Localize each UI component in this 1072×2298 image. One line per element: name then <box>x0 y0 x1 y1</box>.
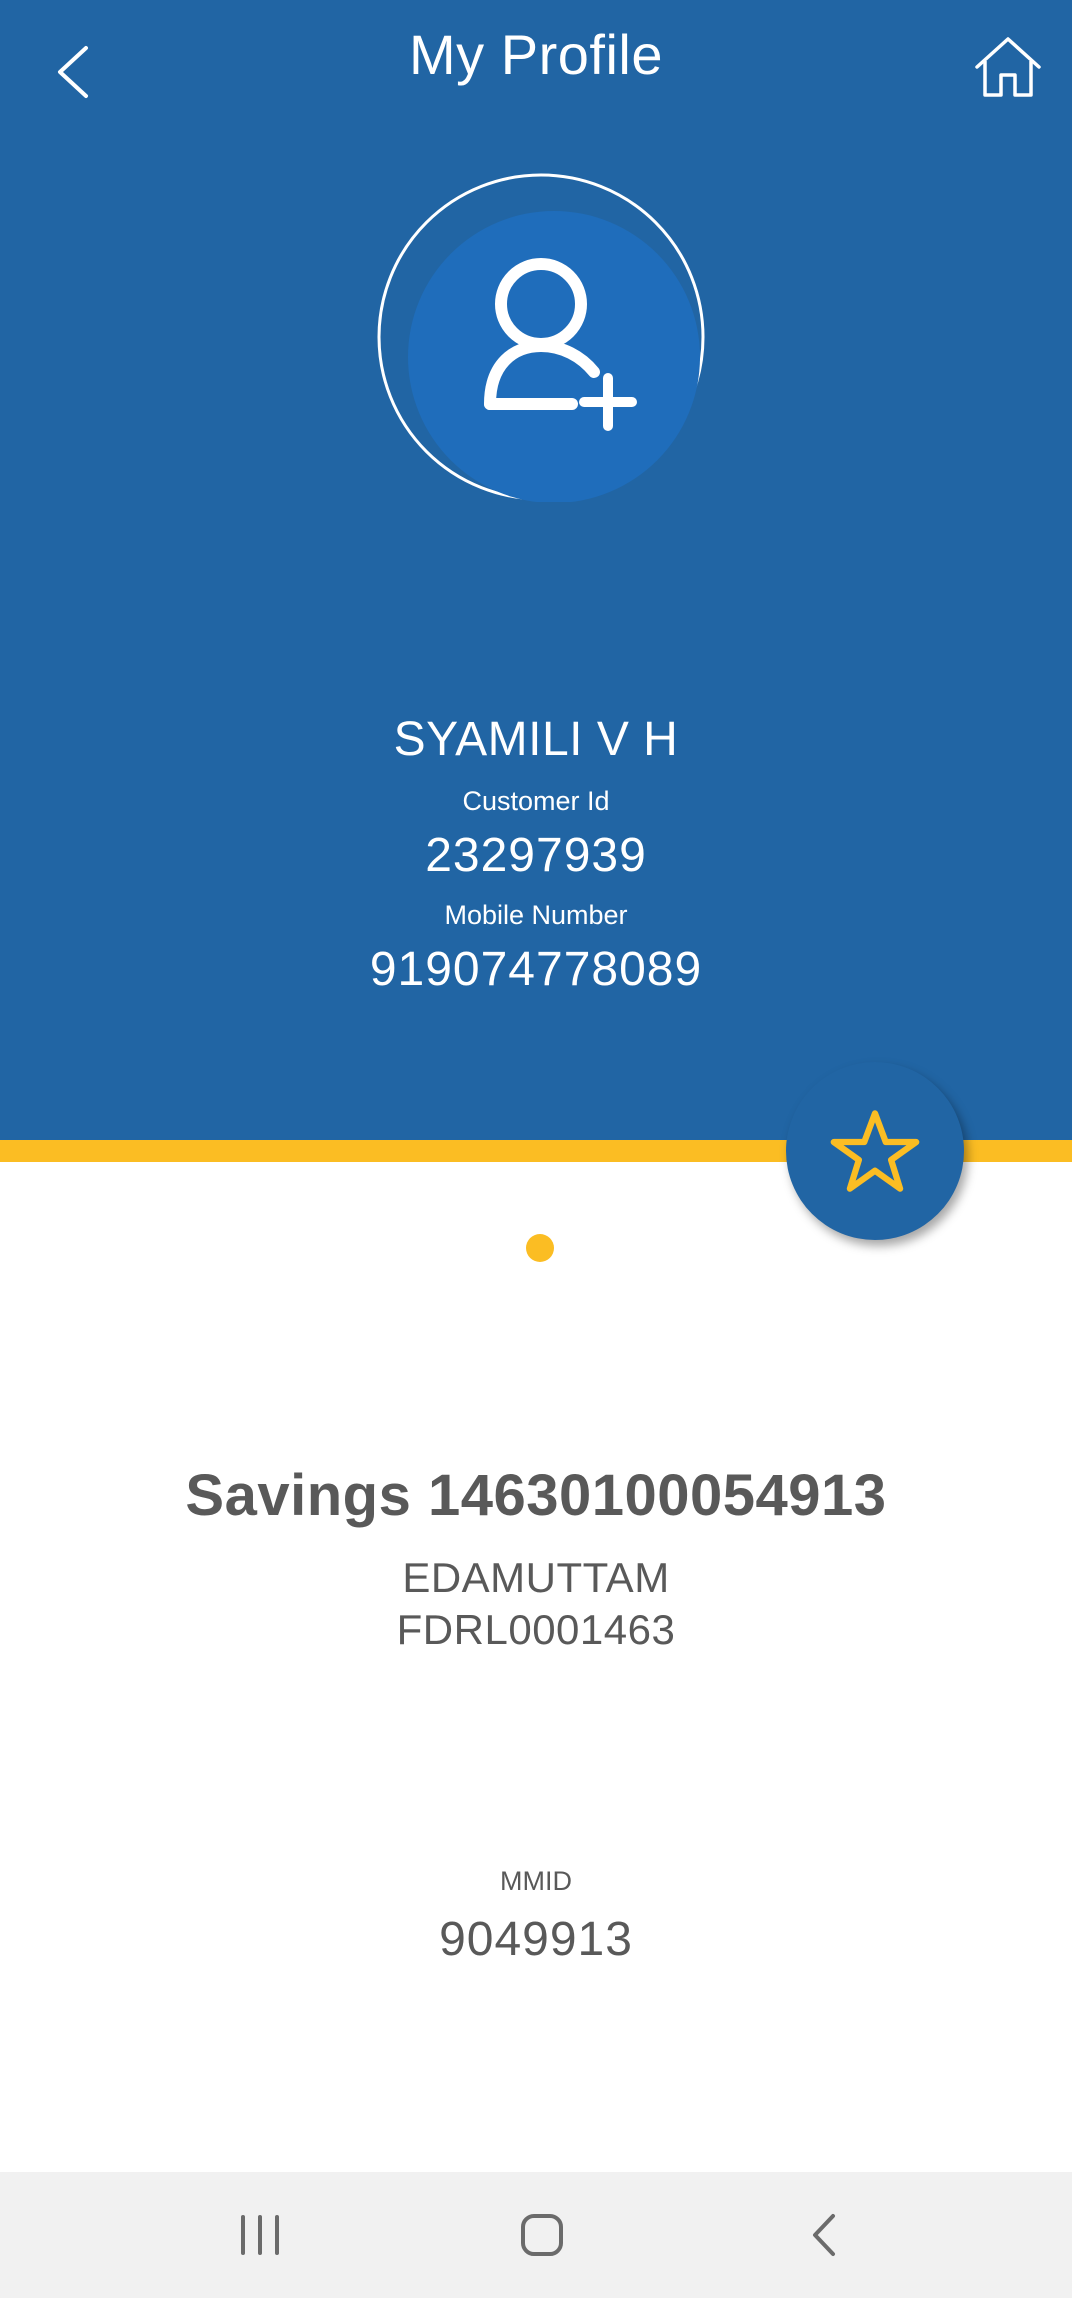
system-home-button[interactable] <box>472 2172 612 2298</box>
avatar-add-photo-button[interactable] <box>376 172 706 503</box>
system-back-button[interactable] <box>754 2172 894 2298</box>
recent-apps-button[interactable] <box>190 2172 330 2298</box>
profile-screen: My Profile SYAMILI V H Customer Id 23297… <box>0 0 1072 2298</box>
home-square-icon <box>521 2214 563 2256</box>
recent-apps-icon <box>241 2215 279 2255</box>
mmid-label: MMID <box>500 1866 572 1896</box>
carousel-page-indicator[interactable] <box>526 1234 554 1262</box>
customer-id-label: Customer Id <box>462 786 610 816</box>
branch-name: EDAMUTTAM <box>402 1554 670 1601</box>
home-button[interactable] <box>968 32 1048 102</box>
page-title: My Profile <box>409 23 663 86</box>
star-icon <box>830 1110 920 1192</box>
ifsc-code: FDRL0001463 <box>396 1606 676 1653</box>
home-icon <box>975 37 1041 97</box>
system-navigation-bar <box>0 2172 1072 2298</box>
customer-name: SYAMILI V H <box>393 713 679 766</box>
mobile-number-label: Mobile Number <box>444 900 628 930</box>
account-title: Savings 14630100054913 <box>185 1463 887 1528</box>
back-chevron-icon <box>813 2214 835 2256</box>
mobile-number-value: 919074778089 <box>369 943 703 996</box>
mmid-value: 9049913 <box>439 1913 633 1966</box>
avatar <box>377 173 705 503</box>
customer-id-value: 23297939 <box>425 829 647 882</box>
favorite-button[interactable] <box>786 1062 964 1240</box>
profile-header-panel: My Profile SYAMILI V H Customer Id 23297… <box>0 0 1072 1140</box>
